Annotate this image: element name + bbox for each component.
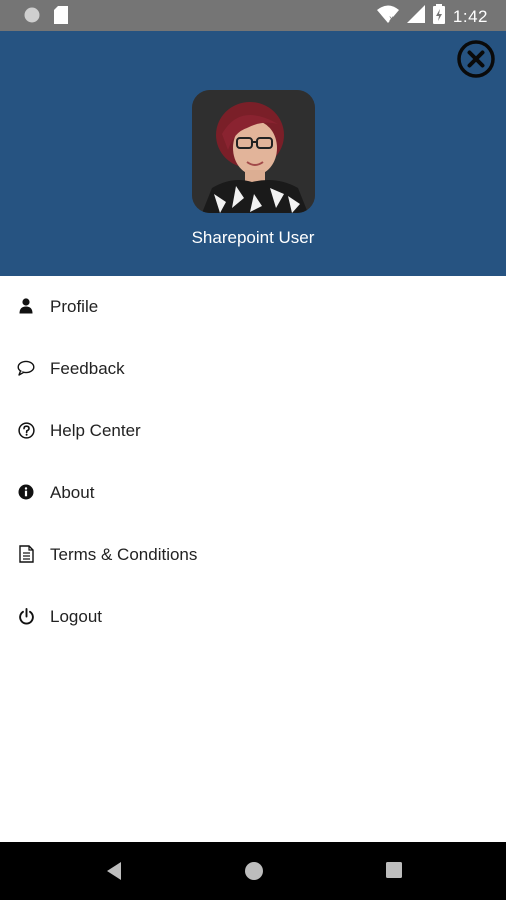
document-icon bbox=[17, 545, 35, 563]
power-icon bbox=[17, 607, 35, 625]
wifi-icon: x bbox=[376, 5, 399, 28]
menu-item-label: Feedback bbox=[50, 359, 125, 378]
clock: 1:42 bbox=[452, 6, 488, 26]
back-icon[interactable] bbox=[104, 860, 126, 882]
menu-item-help-center[interactable]: Help Center bbox=[0, 400, 506, 462]
drawer-header: Sharepoint User bbox=[0, 31, 506, 276]
menu-item-label: Help Center bbox=[50, 421, 141, 440]
menu-item-feedback[interactable]: Feedback bbox=[0, 338, 506, 400]
close-button[interactable] bbox=[456, 39, 496, 79]
circle-icon bbox=[24, 7, 40, 28]
menu-item-terms-conditions[interactable]: Terms & Conditions bbox=[0, 524, 506, 586]
battery-icon bbox=[432, 4, 445, 29]
person-icon bbox=[17, 297, 35, 315]
chat-bubble-icon bbox=[17, 359, 35, 377]
user-name: Sharepoint User bbox=[191, 228, 315, 247]
sd-card-icon bbox=[54, 6, 68, 29]
menu-item-logout[interactable]: Logout bbox=[0, 586, 506, 648]
info-icon bbox=[17, 483, 35, 501]
menu-item-label: Logout bbox=[50, 607, 102, 626]
help-circle-icon bbox=[17, 421, 35, 439]
close-circle-icon bbox=[457, 40, 495, 78]
navigation-bar bbox=[0, 842, 506, 900]
avatar[interactable] bbox=[192, 90, 315, 213]
drawer-menu: Profile Feedback Help Center About Terms… bbox=[0, 276, 506, 648]
svg-text:x: x bbox=[389, 14, 394, 23]
signal-icon bbox=[406, 5, 425, 28]
home-icon[interactable] bbox=[243, 860, 265, 882]
menu-item-profile[interactable]: Profile bbox=[0, 276, 506, 338]
menu-item-label: Terms & Conditions bbox=[50, 545, 198, 564]
recents-icon[interactable] bbox=[384, 860, 406, 882]
menu-item-label: About bbox=[50, 483, 95, 502]
status-bar: x 1:42 bbox=[0, 0, 506, 31]
menu-item-about[interactable]: About bbox=[0, 462, 506, 524]
menu-item-label: Profile bbox=[50, 297, 99, 316]
